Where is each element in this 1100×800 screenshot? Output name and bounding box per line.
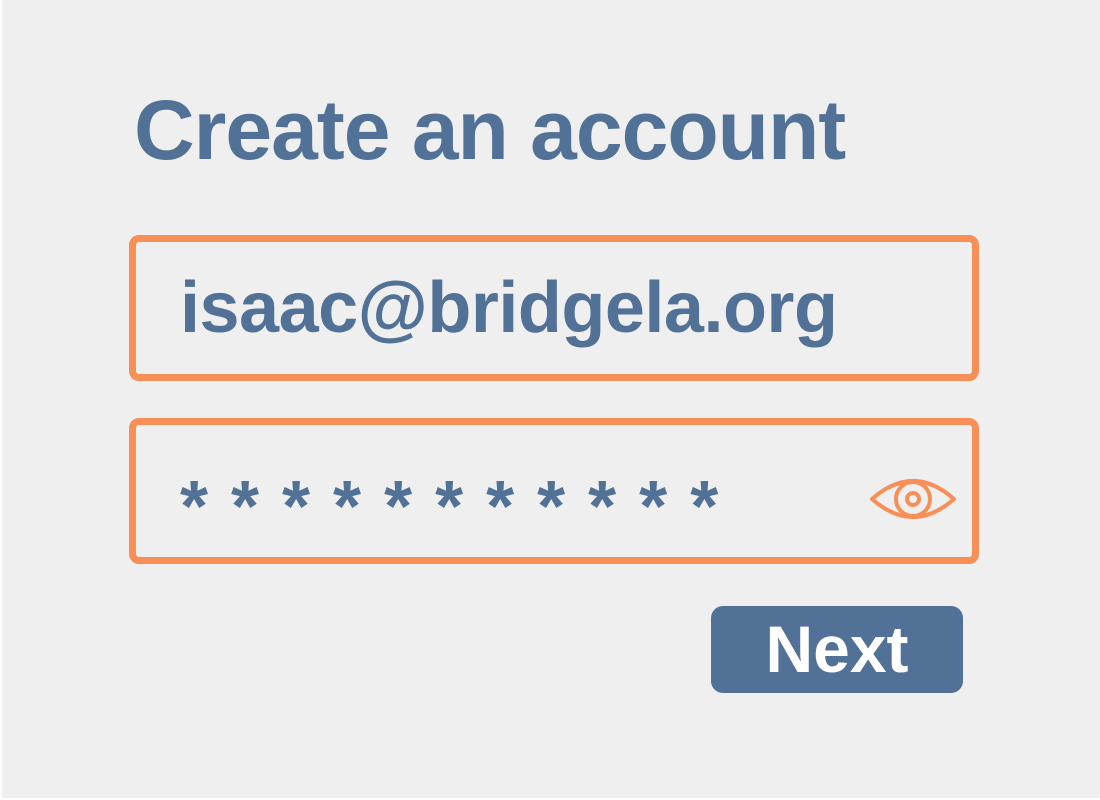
- page-title: Create an account: [134, 83, 846, 177]
- password-masked-value: ***********: [180, 467, 742, 547]
- password-field[interactable]: ***********: [129, 418, 979, 564]
- email-value: isaac@bridgela.org: [180, 268, 838, 348]
- signup-panel: Create an account isaac@bridgela.org ***…: [2, 0, 1100, 798]
- eye-icon[interactable]: [868, 473, 958, 525]
- email-field[interactable]: isaac@bridgela.org: [129, 235, 979, 381]
- next-button[interactable]: Next: [711, 606, 963, 693]
